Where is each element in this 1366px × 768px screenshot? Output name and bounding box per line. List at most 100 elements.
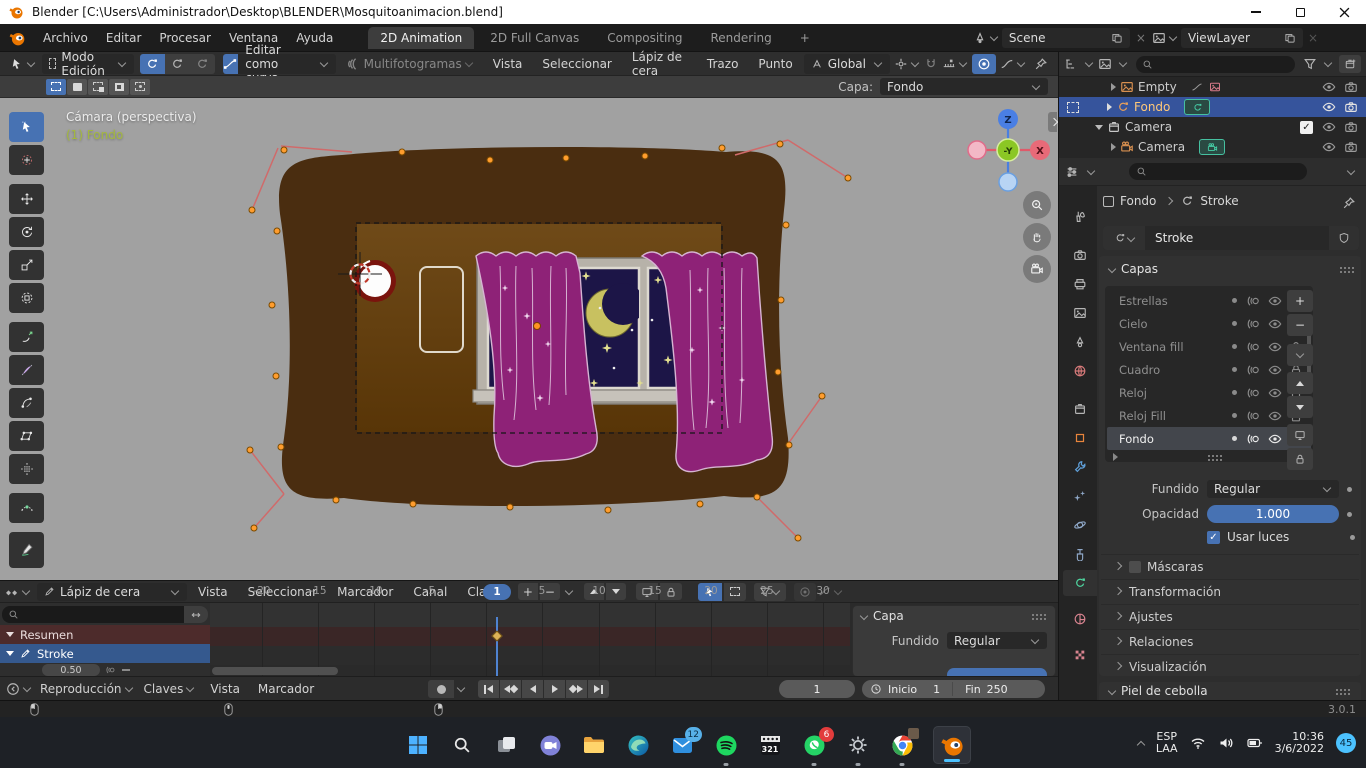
show-hidden-toggle[interactable] xyxy=(724,583,746,601)
layer-row-ventana-fill[interactable]: Ventana fill xyxy=(1107,335,1311,358)
panel-drag-handle[interactable] xyxy=(1339,266,1355,273)
tl-menu-marcador[interactable]: Marcador xyxy=(249,682,323,696)
proportional-falloff-dropdown[interactable] xyxy=(1000,57,1026,71)
editor-type-properties-icon[interactable] xyxy=(1065,165,1079,179)
scene-selector[interactable]: Scene xyxy=(1002,28,1130,48)
proportional-editing-toggle[interactable] xyxy=(972,54,996,74)
minimize-button[interactable] xyxy=(1234,0,1278,24)
tool-select-circle-button[interactable] xyxy=(9,145,44,175)
proportional-keys-toggle[interactable] xyxy=(794,583,816,601)
select-stroke-mode-button[interactable] xyxy=(165,54,190,74)
play-reverse-button[interactable] xyxy=(522,680,543,698)
section-visualizacion[interactable]: Visualización xyxy=(1101,654,1359,678)
workspace-tab-2d-full-canvas[interactable]: 2D Full Canvas xyxy=(478,27,591,49)
jump-to-end-button[interactable] xyxy=(588,680,609,698)
layer-row-estrellas[interactable]: Estrellas xyxy=(1107,289,1311,312)
task-view-button[interactable] xyxy=(493,732,519,758)
editor-type-dopesheet-dropdown[interactable] xyxy=(5,585,31,599)
outliner-row-fondo-selected[interactable]: Fondo xyxy=(1059,97,1366,117)
move-layer-down-button[interactable] xyxy=(1287,396,1313,418)
onion-skin-icon[interactable] xyxy=(1247,386,1261,400)
hide-eye-icon[interactable] xyxy=(1322,80,1336,94)
language-indicator[interactable]: ESP LAA xyxy=(1156,731,1178,755)
menu-seleccionar[interactable]: Seleccionar xyxy=(533,57,620,71)
tab-render[interactable] xyxy=(1063,242,1097,268)
channel-partial-row[interactable]: 0.50 xyxy=(0,663,210,676)
fin-value[interactable]: 250 xyxy=(987,683,1008,696)
mode-dropdown[interactable]: Modo Edición xyxy=(42,54,134,74)
whatsapp-button[interactable]: 6 xyxy=(801,732,827,758)
next-keyframe-button[interactable] xyxy=(566,680,587,698)
snap-settings-dropdown[interactable] xyxy=(942,57,968,71)
new-collection-button[interactable] xyxy=(1339,55,1361,73)
hide-eye-icon[interactable] xyxy=(1268,409,1282,423)
tab-scene[interactable] xyxy=(1063,329,1097,355)
workspace-tab-rendering[interactable]: Rendering xyxy=(699,27,784,49)
hide-eye-icon[interactable] xyxy=(1322,120,1336,134)
fundido-dropdown[interactable]: Regular xyxy=(1207,480,1339,498)
menu-procesar[interactable]: Procesar xyxy=(150,31,220,45)
battery-icon[interactable] xyxy=(1246,735,1263,751)
tool-randomize-button[interactable] xyxy=(9,454,44,484)
select-mode-extend-button[interactable] xyxy=(67,79,87,95)
select-segment-mode-button[interactable] xyxy=(190,54,215,74)
disable-render-icon[interactable] xyxy=(1344,120,1358,134)
play-button[interactable] xyxy=(544,680,565,698)
copy-icon[interactable] xyxy=(1111,32,1123,44)
datablock-browse-button[interactable] xyxy=(1103,226,1145,250)
capas-panel-header[interactable]: Capas xyxy=(1109,262,1158,276)
tool-scale-button[interactable] xyxy=(9,250,44,280)
timeline-canvas[interactable] xyxy=(210,603,850,676)
menu-editar[interactable]: Editar xyxy=(97,31,151,45)
tab-collection[interactable] xyxy=(1063,396,1097,422)
tool-rotate-button[interactable] xyxy=(9,217,44,247)
viewlayer-selector[interactable]: ViewLayer xyxy=(1181,28,1303,48)
navigation-gizmo[interactable]: Z X -Y xyxy=(952,104,1052,196)
opacidad-slider[interactable]: 1.000 xyxy=(1207,505,1339,523)
move-layer-up-button[interactable] xyxy=(1287,372,1313,394)
auto-key-chevron[interactable] xyxy=(457,684,465,692)
display-mode-icon[interactable] xyxy=(1098,57,1112,71)
menu-punto[interactable]: Punto xyxy=(749,57,801,71)
curve-edit-dropdown[interactable]: Editar como curva xyxy=(238,54,335,74)
disable-render-icon[interactable] xyxy=(1344,140,1358,154)
tool-bend-button[interactable] xyxy=(9,388,44,418)
menu-vista[interactable]: Vista xyxy=(484,57,532,71)
fin-label[interactable]: Fin xyxy=(965,683,981,696)
outliner-row-empty[interactable]: Empty xyxy=(1059,77,1366,97)
layer-row-cielo[interactable]: Cielo xyxy=(1107,312,1311,335)
tool-move-button[interactable] xyxy=(9,184,44,214)
tab-texture[interactable] xyxy=(1063,642,1097,668)
add-workspace-button[interactable]: + xyxy=(788,27,822,49)
layer-specials-button[interactable] xyxy=(1287,344,1313,366)
opacity-mini-slider[interactable]: 0.50 xyxy=(42,664,100,676)
onion-skin-icon[interactable] xyxy=(1247,294,1261,308)
close-button[interactable] xyxy=(1322,0,1366,24)
tab-world[interactable] xyxy=(1063,358,1097,384)
clock-date[interactable]: 10:36 3/6/2022 xyxy=(1275,731,1324,755)
layer-dropdown[interactable]: Fondo xyxy=(880,78,1048,95)
tab-material[interactable] xyxy=(1063,606,1097,632)
hide-eye-icon[interactable] xyxy=(1268,386,1282,400)
animate-dot-icon[interactable] xyxy=(1347,487,1352,492)
animate-dot-icon[interactable] xyxy=(1347,512,1352,517)
hide-eye-icon[interactable] xyxy=(1322,140,1336,154)
mascaras-checkbox[interactable] xyxy=(1129,561,1141,573)
dopesheet-mode-dropdown[interactable]: Lápiz de cera xyxy=(37,583,187,601)
multiframe-dropdown[interactable]: Multifotogramas xyxy=(346,57,474,71)
scene-browse-button[interactable] xyxy=(973,31,999,45)
timeline-ruler[interactable] xyxy=(210,603,850,627)
isolate-layer-button[interactable] xyxy=(1287,424,1313,446)
jump-to-start-button[interactable] xyxy=(478,680,499,698)
pivot-dropdown[interactable] xyxy=(894,57,920,71)
sidebar-toggle[interactable] xyxy=(1048,112,1057,132)
notification-count-badge[interactable]: 45 xyxy=(1336,733,1356,753)
properties-options-chevron[interactable] xyxy=(1347,166,1355,174)
scene-unlink-icon[interactable]: × xyxy=(1133,31,1149,45)
onion-skin-icon[interactable] xyxy=(1247,432,1261,446)
tool-radius-button[interactable] xyxy=(9,355,44,385)
hide-eye-icon[interactable] xyxy=(1322,100,1336,114)
editor-type-outliner-icon[interactable] xyxy=(1064,57,1078,71)
tab-tool[interactable] xyxy=(1063,204,1097,230)
settings-button[interactable] xyxy=(845,732,871,758)
